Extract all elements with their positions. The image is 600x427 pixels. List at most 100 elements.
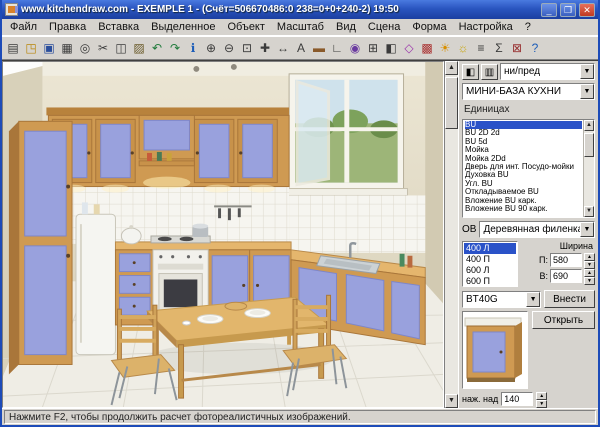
render-canvas[interactable]: [2, 61, 444, 408]
wall-icon[interactable]: ▬: [310, 38, 328, 58]
menu-item[interactable]: Правка: [43, 20, 92, 34]
print-icon[interactable]: ▦: [58, 38, 76, 58]
text-icon[interactable]: A: [292, 38, 310, 58]
scroll-down-icon[interactable]: ▼: [445, 394, 458, 408]
model-select-value: BT40G: [466, 294, 526, 305]
model-select[interactable]: BT40G ▼: [462, 291, 541, 308]
info-icon[interactable]: ℹ: [184, 38, 202, 58]
placement-mode-icon[interactable]: ◧: [462, 64, 479, 80]
catalog-list-item[interactable]: BU 2D 2d: [465, 129, 582, 137]
camera-icon[interactable]: ◉: [346, 38, 364, 58]
elevation-view-icon[interactable]: ◧: [382, 38, 400, 58]
catalog-list-item[interactable]: BU 5d: [465, 138, 582, 146]
catalog-list-item[interactable]: Вложение BU 90 карк.: [465, 205, 582, 213]
catalog-list-item[interactable]: Мойка: [465, 146, 582, 154]
paste-icon[interactable]: ▨: [130, 38, 148, 58]
w-label: П:: [539, 255, 548, 265]
panel-label: ОВ: [462, 224, 476, 235]
close-button[interactable]: ✕: [579, 3, 595, 17]
catalog-list-item[interactable]: Вложение BU карк.: [465, 197, 582, 205]
open-button[interactable]: Открыть: [532, 311, 595, 329]
status-text: Нажмите F2, чтобы продолжить расчет фото…: [4, 410, 596, 424]
zoom-in-icon[interactable]: ⊕: [202, 38, 220, 58]
finish-row: ОВ Деревянная филенка ▼: [462, 221, 595, 238]
sun-icon[interactable]: ☀: [436, 38, 454, 58]
chevron-down-icon[interactable]: ▼: [526, 292, 540, 307]
scroll-thumb[interactable]: [445, 77, 458, 129]
preview-icon[interactable]: ◎: [76, 38, 94, 58]
menu-item[interactable]: Выделенное: [145, 20, 221, 34]
zoom-out-icon[interactable]: ⊖: [220, 38, 238, 58]
menu-item[interactable]: Форма: [406, 20, 452, 34]
plan-view-icon[interactable]: ⊞: [364, 38, 382, 58]
size-option[interactable]: 600 П: [464, 276, 516, 287]
height-input[interactable]: [550, 269, 582, 283]
width-input[interactable]: [550, 253, 582, 267]
help-icon[interactable]: ?: [526, 38, 544, 58]
scroll-down-icon[interactable]: ▼: [584, 206, 594, 217]
catalog-list-item[interactable]: Мойка 2Dd: [465, 155, 582, 163]
menu-item[interactable]: Сцена: [362, 20, 406, 34]
catalog-list-item[interactable]: Откладываемое BU: [465, 188, 582, 196]
measure-icon[interactable]: ↔: [274, 38, 292, 58]
minimize-button[interactable]: _: [541, 3, 557, 17]
pan-icon[interactable]: ✚: [256, 38, 274, 58]
height-stepper[interactable]: ▲▼: [584, 269, 595, 283]
size-option[interactable]: 400 П: [464, 254, 516, 265]
menu-item[interactable]: Вид: [330, 20, 362, 34]
redo-icon[interactable]: ↷: [166, 38, 184, 58]
size-option[interactable]: 600 Л: [464, 265, 516, 276]
open-icon[interactable]: ◳: [22, 38, 40, 58]
catalog-icon[interactable]: ≡: [472, 38, 490, 58]
price-icon[interactable]: Σ: [490, 38, 508, 58]
render-icon[interactable]: ▩: [418, 38, 436, 58]
scroll-up-icon[interactable]: ▲: [584, 120, 594, 131]
undo-icon[interactable]: ↶: [148, 38, 166, 58]
chevron-down-icon[interactable]: ▼: [580, 84, 594, 99]
menu-item[interactable]: ?: [519, 20, 537, 34]
menu-item[interactable]: Вставка: [92, 20, 145, 34]
insert-button[interactable]: Внести: [544, 290, 595, 308]
menu-item[interactable]: Объект: [221, 20, 270, 34]
maximize-button[interactable]: ❐: [560, 3, 576, 17]
width-stepper[interactable]: ▲▼: [584, 253, 595, 267]
chevron-down-icon[interactable]: ▼: [580, 64, 594, 79]
handle-height-input[interactable]: [501, 392, 533, 406]
catalog-sidebar: ◧ ▥ ни/пред ▼ МИНИ-БАЗА КУХНИ ▼ Единицах…: [458, 61, 598, 408]
chevron-down-icon[interactable]: ▼: [580, 222, 594, 237]
catalog-select[interactable]: МИНИ-БАЗА КУХНИ ▼: [462, 83, 595, 100]
catalog-list-item[interactable]: BU: [465, 121, 582, 129]
list-scrollbar[interactable]: ▲ ▼: [583, 120, 594, 217]
catalog-list-item[interactable]: [465, 213, 582, 218]
catalog-select-value: МИНИ-БАЗА КУХНИ: [466, 86, 580, 97]
catalog-list-item[interactable]: Духовка BU: [465, 171, 582, 179]
catalog-list-item[interactable]: Угл. BU: [465, 180, 582, 188]
catalog-list-item[interactable]: Дверь для инт. Посудо-мойки: [465, 163, 582, 171]
menu-item[interactable]: Масштаб: [271, 20, 330, 34]
canvas-vscrollbar[interactable]: ▲ ▼: [444, 61, 458, 408]
objects-mode-icon[interactable]: ▥: [481, 64, 498, 80]
menu-item[interactable]: Файл: [4, 20, 43, 34]
perspective-view-icon[interactable]: ◇: [400, 38, 418, 58]
size-list[interactable]: 400 Л400 П600 Л600 П: [462, 241, 518, 287]
catalog-list[interactable]: ▲ ▼ BUBU 2D 2dBU 5dМойкаМойка 2DdДверь д…: [462, 119, 595, 218]
settings-icon[interactable]: ⊠: [508, 38, 526, 58]
handle-stepper[interactable]: ▲▼: [536, 392, 547, 406]
lamp-icon[interactable]: ☼: [454, 38, 472, 58]
titlebar[interactable]: www.kitchendraw.com - EXEMPLE 1 - (Счёт=…: [2, 0, 598, 19]
zoom-window-icon[interactable]: ⊡: [238, 38, 256, 58]
menu-item[interactable]: Настройка: [453, 20, 519, 34]
scroll-up-icon[interactable]: ▲: [445, 61, 458, 75]
app-window: www.kitchendraw.com - EXEMPLE 1 - (Счёт=…: [0, 0, 600, 427]
cut-icon[interactable]: ✂: [94, 38, 112, 58]
view-mode-select[interactable]: ни/пред ▼: [500, 63, 595, 80]
upper-cabinets: [46, 107, 289, 192]
copy-icon[interactable]: ◫: [112, 38, 130, 58]
finish-select[interactable]: Деревянная филенка ▼: [479, 221, 595, 238]
size-option[interactable]: 400 Л: [464, 243, 516, 254]
save-icon[interactable]: ▣: [40, 38, 58, 58]
toolbar: ▤◳▣▦◎✂◫▨↶↷ℹ⊕⊖⊡✚↔A▬∟◉⊞◧◇▩☀☼≡Σ⊠?: [2, 36, 598, 60]
new-icon[interactable]: ▤: [4, 38, 22, 58]
scroll-thumb[interactable]: [584, 133, 594, 157]
dimension-icon[interactable]: ∟: [328, 38, 346, 58]
